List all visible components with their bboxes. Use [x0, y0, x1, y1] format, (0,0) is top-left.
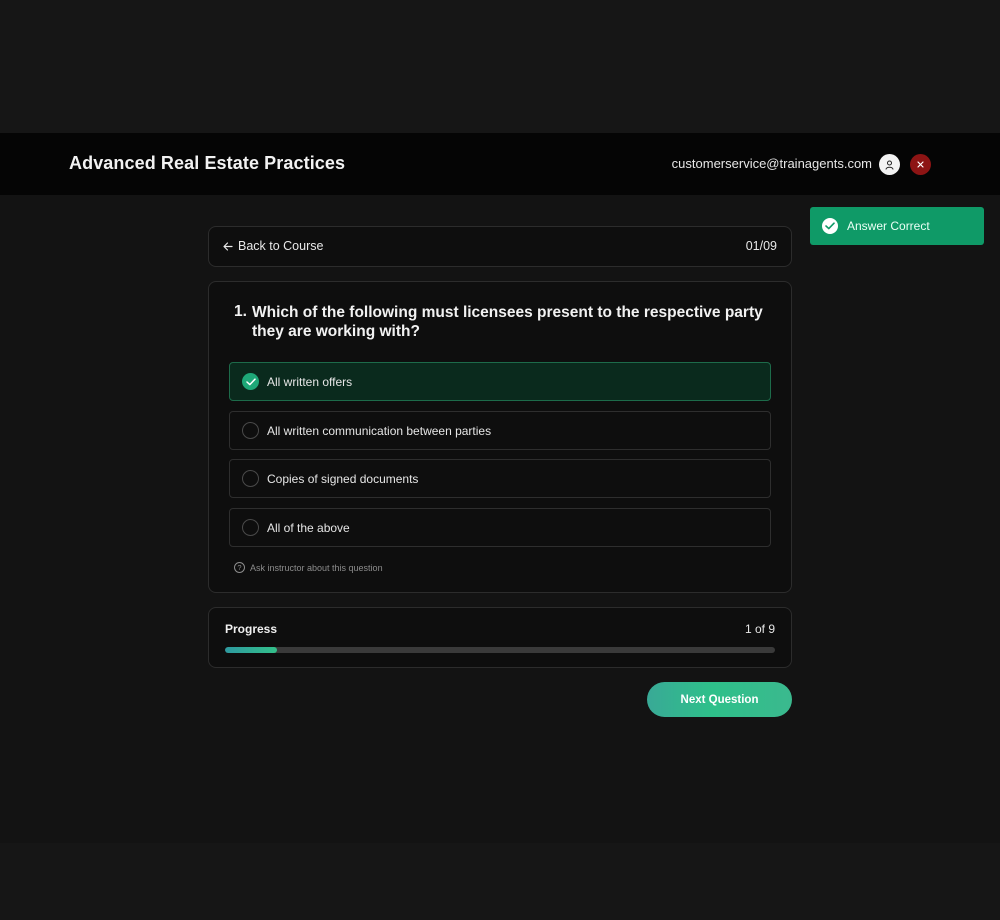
answer-correct-toast: Answer Correct: [810, 207, 984, 245]
radio-circle-icon: [242, 470, 259, 487]
bottom-band: [0, 843, 1000, 920]
progress-bar-fill: [225, 647, 277, 653]
radio-circle-icon: [242, 519, 259, 536]
toast-message: Answer Correct: [847, 219, 930, 233]
check-circle-icon: [242, 373, 259, 390]
answer-option-label: All written communication between partie…: [267, 424, 492, 438]
answer-option[interactable]: All of the above: [229, 508, 771, 547]
question-text: Which of the following must licensees pr…: [252, 304, 763, 340]
progress-count: 1 of 9: [744, 622, 775, 636]
question-number: 1.: [234, 303, 247, 320]
arrow-left-icon: [223, 241, 233, 251]
check-circle-icon: [822, 218, 838, 234]
progress-bar: [225, 647, 775, 653]
course-nav-bar: Back to Course 01/09: [208, 226, 792, 267]
answer-option-label: Copies of signed documents: [267, 472, 419, 486]
question-counter: 01/09: [745, 239, 777, 253]
top-band: [0, 0, 1000, 133]
close-icon: [917, 161, 924, 168]
radio-circle-icon: [242, 422, 259, 439]
progress-label: Progress: [225, 622, 278, 636]
page: Advanced Real Estate Practices customers…: [0, 0, 1000, 920]
answer-option-label: All of the above: [267, 521, 350, 535]
app-header: Advanced Real Estate Practices customers…: [0, 133, 1000, 195]
answer-option[interactable]: All written communication between partie…: [229, 411, 771, 450]
back-to-course-link[interactable]: Back to Course: [223, 239, 323, 253]
question-circle-icon: ?: [234, 562, 245, 573]
user-email: customerservice@trainagents.com: [671, 156, 872, 171]
next-question-button[interactable]: Next Question: [647, 682, 792, 717]
back-to-course-label: Back to Course: [238, 239, 324, 253]
ask-instructor-label: Ask instructor about this question: [250, 562, 383, 573]
progress-card: Progress 1 of 9: [208, 607, 792, 668]
user-icon: [885, 160, 894, 170]
avatar-button[interactable]: [879, 154, 900, 175]
answer-option-label: All written offers: [267, 375, 353, 389]
app-title: Advanced Real Estate Practices: [69, 153, 346, 173]
ask-instructor-link[interactable]: ? Ask instructor about this question: [234, 562, 383, 573]
close-button[interactable]: [910, 154, 931, 175]
answer-option[interactable]: Copies of signed documents: [229, 459, 771, 498]
answer-option[interactable]: All written offers: [229, 362, 771, 401]
question-card: 1. Which of the following must licensees…: [208, 281, 792, 593]
